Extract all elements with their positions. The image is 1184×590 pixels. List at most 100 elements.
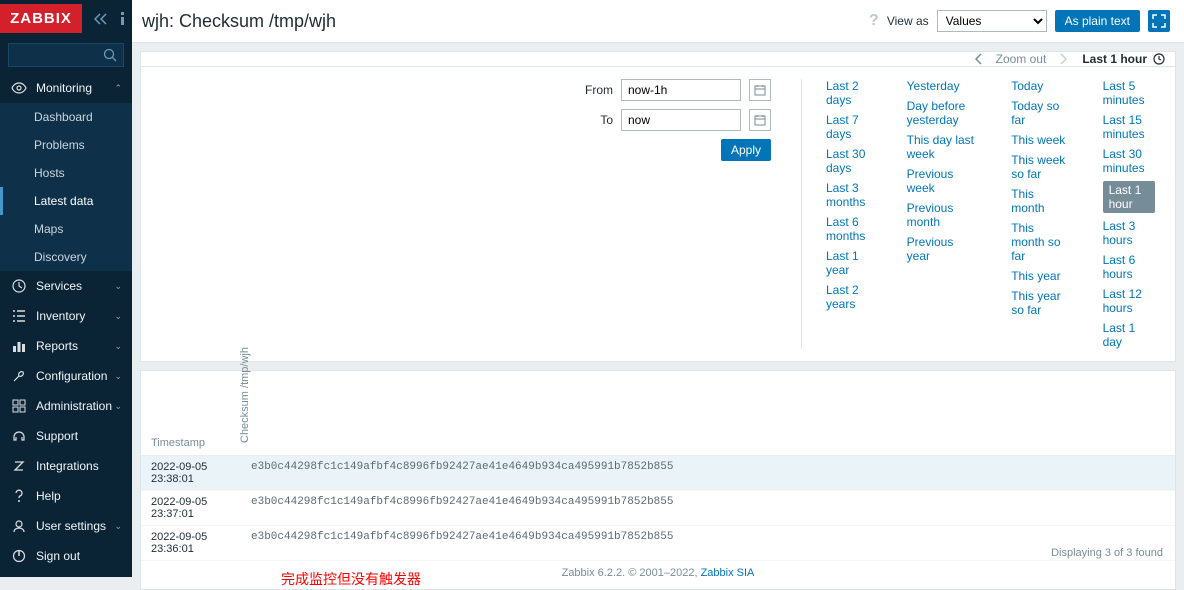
sidebar-item-discovery[interactable]: Discovery xyxy=(0,243,132,271)
time-preset-link[interactable]: Last 12 hours xyxy=(1103,287,1155,315)
nav-label: Sign out xyxy=(36,549,80,563)
from-calendar-button[interactable] xyxy=(749,79,771,101)
time-preset-link[interactable]: Previous year xyxy=(907,235,978,263)
main: wjh: Checksum /tmp/wjh ? View as Values … xyxy=(132,0,1184,577)
nav-label: User settings xyxy=(36,519,106,533)
nav-label: Administration xyxy=(36,399,112,413)
time-preset-link[interactable]: Last 6 hours xyxy=(1103,253,1155,281)
z-icon xyxy=(10,460,28,472)
time-preset-link[interactable]: Last 6 months xyxy=(826,215,873,243)
brand-logo[interactable]: ZABBIX xyxy=(0,4,82,33)
time-preset-link[interactable]: Last 30 days xyxy=(826,147,873,175)
time-preset-link[interactable]: Last 30 minutes xyxy=(1103,147,1155,175)
sidebar-item-maps[interactable]: Maps xyxy=(0,215,132,243)
fullscreen-button[interactable] xyxy=(1148,10,1170,32)
time-preset-link[interactable]: Today xyxy=(1011,79,1068,93)
time-preset-link[interactable]: Last 3 hours xyxy=(1103,219,1155,247)
to-calendar-button[interactable] xyxy=(749,109,771,131)
search-input[interactable] xyxy=(8,43,124,67)
cell-value: e3b0c44298fc1c149afbf4c8996fb92427ae41e4… xyxy=(251,461,1165,485)
time-preset-link[interactable]: Last 1 day xyxy=(1103,321,1155,349)
nav-support[interactable]: Support xyxy=(0,421,132,451)
nav-main: Monitoring ⌃ Dashboard Problems Hosts La… xyxy=(0,73,132,421)
sidebar-item-dashboard[interactable]: Dashboard xyxy=(0,103,132,131)
time-preset-link[interactable]: Last 1 year xyxy=(826,249,873,277)
to-label: To xyxy=(600,113,613,127)
time-preset-link[interactable]: Previous week xyxy=(907,167,978,195)
sidebar-item-problems[interactable]: Problems xyxy=(0,131,132,159)
time-preset-link[interactable]: Today so far xyxy=(1011,99,1068,127)
time-preset-link[interactable]: This month xyxy=(1011,187,1068,215)
nav-services[interactable]: Services ⌄ xyxy=(0,271,132,301)
time-preset-link[interactable]: Yesterday xyxy=(907,79,978,93)
nav-user-settings[interactable]: User settings ⌄ xyxy=(0,511,132,541)
nav-sign-out[interactable]: Sign out xyxy=(0,541,132,571)
nav-inventory[interactable]: Inventory ⌄ xyxy=(0,301,132,331)
chevron-down-icon: ⌄ xyxy=(114,311,122,322)
time-preset-link[interactable]: Day before yesterday xyxy=(907,99,978,127)
time-range-label[interactable]: Last 1 hour xyxy=(1082,52,1165,66)
nav-monitoring[interactable]: Monitoring ⌃ xyxy=(0,73,132,103)
nav-label: Monitoring xyxy=(36,81,92,95)
cell-timestamp: 2022-09-05 23:37:01 xyxy=(151,496,251,520)
time-nav-bar: Zoom out Last 1 hour xyxy=(140,51,1176,67)
from-input[interactable] xyxy=(621,79,741,101)
page-title: wjh: Checksum /tmp/wjh xyxy=(142,11,336,32)
nav-configuration[interactable]: Configuration ⌄ xyxy=(0,361,132,391)
fullscreen-icon xyxy=(1152,14,1166,28)
plain-text-button[interactable]: As plain text xyxy=(1055,10,1140,32)
collapse-icon[interactable] xyxy=(94,13,108,25)
zoom-out-button[interactable]: Zoom out xyxy=(996,52,1047,66)
logo-row: ZABBIX xyxy=(0,0,132,37)
table-row[interactable]: 2022-09-05 23:36:01e3b0c44298fc1c149afbf… xyxy=(141,526,1175,561)
nav-reports[interactable]: Reports ⌄ xyxy=(0,331,132,361)
nav-label: Configuration xyxy=(36,369,107,383)
eye-icon xyxy=(10,82,28,94)
nav-label: Reports xyxy=(36,339,78,353)
user-icon xyxy=(10,519,28,533)
clock-icon xyxy=(10,279,28,293)
time-next-button[interactable] xyxy=(1060,53,1068,65)
time-preset-link[interactable]: This month so far xyxy=(1011,221,1068,263)
to-input[interactable] xyxy=(621,109,741,131)
time-preset-link[interactable]: This day last week xyxy=(907,133,978,161)
table-row[interactable]: 2022-09-05 23:37:01e3b0c44298fc1c149afbf… xyxy=(141,491,1175,526)
time-preset-link[interactable]: Last 1 hour xyxy=(1103,181,1155,213)
time-preset-link[interactable]: This week so far xyxy=(1011,153,1068,181)
nav-integrations[interactable]: Integrations xyxy=(0,451,132,481)
apply-button[interactable]: Apply xyxy=(721,139,771,161)
time-preset-link[interactable]: Last 2 years xyxy=(826,283,873,311)
time-preset-link[interactable]: Last 3 months xyxy=(826,181,873,209)
viewas-select[interactable]: Values xyxy=(937,10,1047,32)
nav-administration[interactable]: Administration ⌄ xyxy=(0,391,132,421)
table-row[interactable]: 2022-09-05 23:38:01e3b0c44298fc1c149afbf… xyxy=(141,456,1175,491)
table-body: 2022-09-05 23:38:01e3b0c44298fc1c149afbf… xyxy=(141,456,1175,561)
time-preset-link[interactable]: Last 2 days xyxy=(826,79,873,107)
chevron-down-icon: ⌄ xyxy=(114,341,122,352)
search-icon xyxy=(103,48,117,62)
time-prev-button[interactable] xyxy=(974,53,982,65)
page-header: wjh: Checksum /tmp/wjh ? View as Values … xyxy=(132,0,1184,43)
nav-help[interactable]: Help xyxy=(0,481,132,511)
nav-label: Inventory xyxy=(36,309,85,323)
chevron-down-icon: ⌄ xyxy=(114,281,122,292)
time-preset-link[interactable]: Last 5 minutes xyxy=(1103,79,1155,107)
footer-link[interactable]: Zabbix SIA xyxy=(701,567,755,579)
sidebar-item-latest-data[interactable]: Latest data xyxy=(0,187,132,215)
help-icon[interactable]: ? xyxy=(869,12,879,30)
info-icon[interactable] xyxy=(118,12,128,26)
footer-version: Zabbix 6.2.2. © 2001–2022, Zabbix SIA xyxy=(141,557,1175,589)
nav-label: Support xyxy=(36,429,78,443)
time-preset-link[interactable]: Last 7 days xyxy=(826,113,873,141)
time-preset-link[interactable]: Previous month xyxy=(907,201,978,229)
list-icon xyxy=(10,310,28,322)
time-preset-link[interactable]: Last 15 minutes xyxy=(1103,113,1155,141)
preset-col-1: Last 2 days Last 7 days Last 30 days Last 3… xyxy=(826,79,873,349)
time-preset-link[interactable]: This week xyxy=(1011,133,1068,147)
time-preset-link[interactable]: This year so far xyxy=(1011,289,1068,317)
sidebar-item-hosts[interactable]: Hosts xyxy=(0,159,132,187)
power-icon xyxy=(10,549,28,563)
headset-icon xyxy=(10,429,28,443)
table-header: Timestamp Checksum /tmp/wjh xyxy=(141,371,1175,456)
time-preset-link[interactable]: This year xyxy=(1011,269,1068,283)
